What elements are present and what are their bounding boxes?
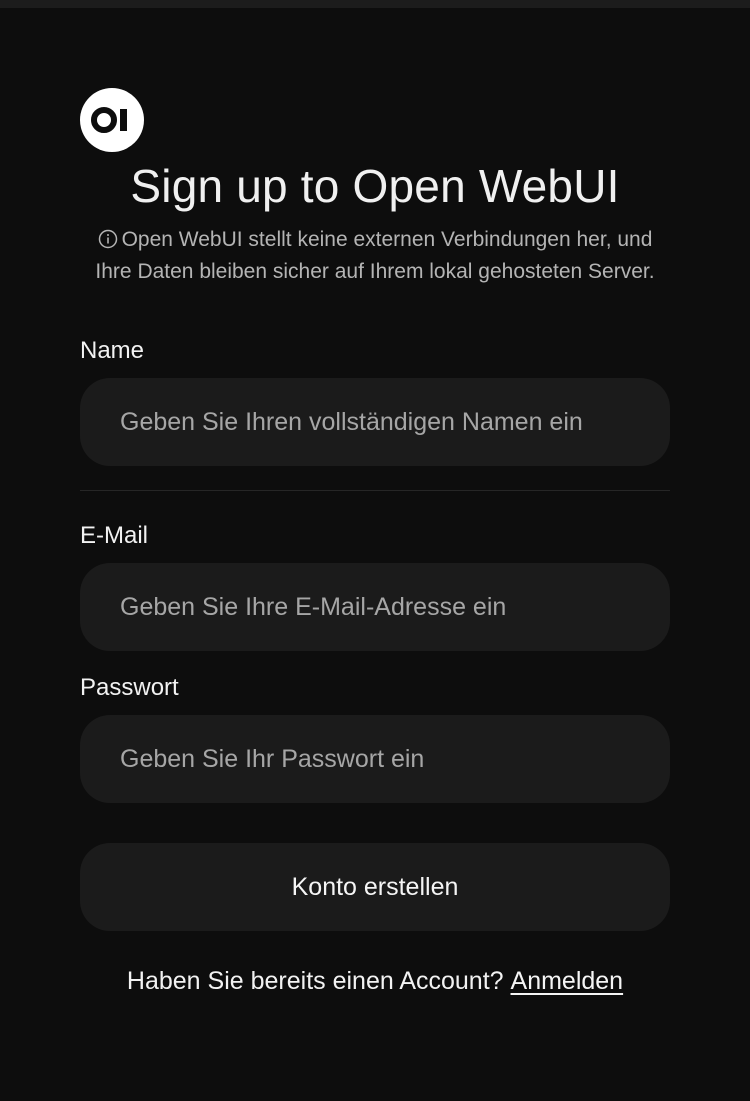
open-webui-logo <box>80 88 144 152</box>
password-input[interactable] <box>80 715 670 803</box>
name-input[interactable] <box>80 378 670 466</box>
privacy-notice: Open WebUI stellt keine externen Verbind… <box>80 224 670 288</box>
signin-prompt: Haben Sie bereits einen Account? Anmelde… <box>80 967 670 996</box>
section-divider <box>80 490 670 491</box>
name-label: Name <box>80 337 145 364</box>
email-input[interactable] <box>80 563 670 651</box>
signin-link[interactable]: Anmelden <box>511 967 624 995</box>
email-label: E-Mail <box>80 522 149 549</box>
create-account-button[interactable]: Konto erstellen <box>80 843 670 931</box>
signup-card: Sign up to Open WebUI Open WebUI stellt … <box>80 88 670 996</box>
top-strip <box>0 0 750 8</box>
info-icon <box>98 229 117 249</box>
password-label: Passwort <box>80 674 179 701</box>
logo-glyph <box>91 107 127 133</box>
signin-prompt-text: Haben Sie bereits einen Account? <box>126 967 504 995</box>
privacy-notice-text: Open WebUI stellt keine externen Verbind… <box>95 228 655 283</box>
page-title: Sign up to Open WebUI <box>130 160 620 212</box>
